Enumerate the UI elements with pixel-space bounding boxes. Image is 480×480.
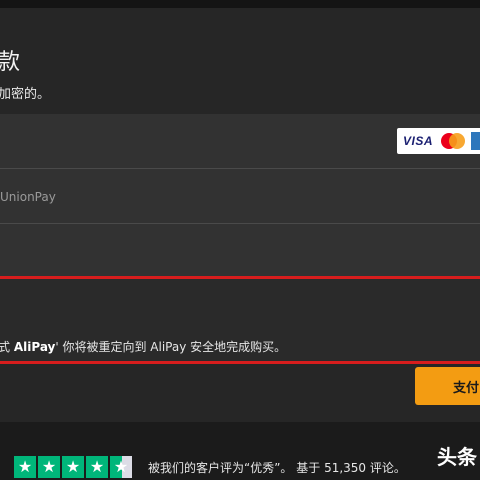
star-icon: ★ xyxy=(38,456,60,478)
visa-logo-icon: VISA xyxy=(403,134,434,148)
mastercard-logo-icon xyxy=(441,133,466,149)
half-star-icon: ★ xyxy=(110,456,132,478)
page-title: 款 xyxy=(0,50,21,75)
star-icon: ★ xyxy=(14,456,36,478)
watermark: 头条 xyxy=(437,445,477,469)
top-bar xyxy=(0,0,480,8)
alipay-name: AliPay xyxy=(13,340,56,354)
alipay-redirect-notice: 式 AliPay' 你将被重定向到 AliPay 安全地完成购买。 xyxy=(0,340,287,354)
secure-subtitle: 加密的。 xyxy=(0,87,51,102)
checkout-page: 款 加密的。 VISA UnionPay 式 AliPay' 你将被重定向到 A… xyxy=(0,0,480,480)
unionpay-label: UnionPay xyxy=(0,190,56,204)
rating-text: 被我们的客户评为“优秀”。 基于 51,350 评论。 xyxy=(148,461,406,475)
payment-option-unionpay[interactable] xyxy=(0,169,480,224)
star-icon: ★ xyxy=(62,456,84,478)
amex-logo-icon xyxy=(470,132,480,150)
trustpilot-stars: ★ ★ ★ ★ ★ xyxy=(14,456,132,478)
card-brand-logos: VISA xyxy=(397,128,480,154)
pay-button[interactable]: 支付 xyxy=(415,367,480,405)
star-icon: ★ xyxy=(86,456,108,478)
payment-option-other[interactable] xyxy=(0,224,480,277)
